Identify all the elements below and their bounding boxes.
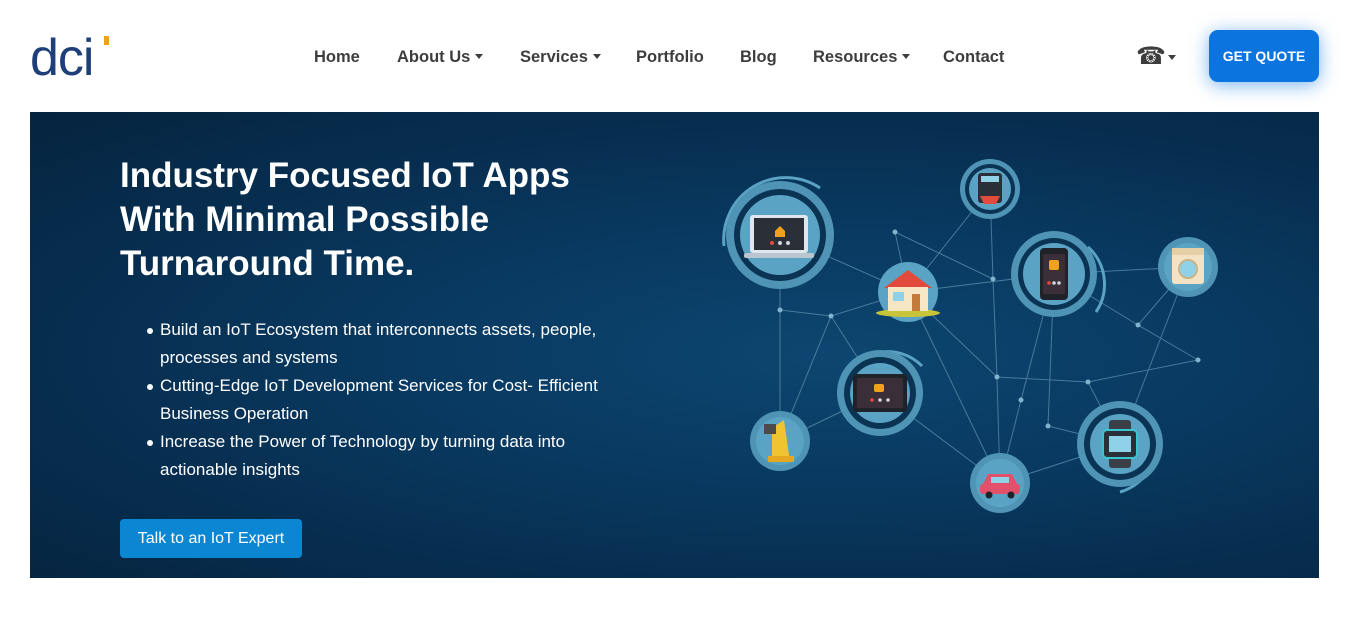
nav-about-us-label: About Us — [397, 48, 471, 66]
phone-menu[interactable]: ☎ — [1136, 44, 1176, 70]
hero-title-line: Turnaround Time. — [120, 244, 415, 283]
hero-bullet: Build an IoT Ecosystem that interconnect… — [120, 316, 640, 372]
nav-home[interactable]: Home — [314, 46, 360, 68]
caret-down-icon — [902, 54, 911, 59]
hero-bullet: Increase the Power of Technology by turn… — [120, 428, 640, 484]
house-icon — [876, 262, 940, 322]
nav-services-label: Services — [520, 48, 588, 66]
nav-contact[interactable]: Contact — [943, 46, 1004, 68]
nav-home-label: Home — [314, 48, 360, 66]
get-quote-button[interactable]: GET QUOTE — [1209, 30, 1319, 82]
nav-portfolio-label: Portfolio — [636, 48, 704, 66]
iot-network-illustration — [722, 159, 1218, 513]
phone-icon: ☎ — [1136, 43, 1166, 70]
nav-blog-label: Blog — [740, 48, 777, 66]
caret-down-icon — [592, 54, 601, 59]
talk-to-expert-button[interactable]: Talk to an IoT Expert — [120, 519, 302, 558]
car-icon — [970, 453, 1030, 513]
coffee-machine-icon — [960, 159, 1020, 219]
lamp-icon — [750, 411, 810, 471]
washing-machine-icon — [1158, 237, 1218, 297]
hero-banner: Industry Focused IoT Apps With Minimal P… — [30, 112, 1319, 578]
logo-accent — [104, 36, 109, 45]
hero-bullet: Cutting-Edge IoT Development Services fo… — [120, 372, 640, 428]
logo-text: dci — [30, 32, 93, 80]
caret-down-icon — [475, 54, 484, 59]
dci-logo[interactable]: dci — [30, 29, 112, 87]
nav-portfolio[interactable]: Portfolio — [636, 46, 704, 68]
smartwatch-icon — [1077, 401, 1163, 494]
hero-title: Industry Focused IoT Apps With Minimal P… — [120, 154, 640, 286]
hero-bullet-list: Build an IoT Ecosystem that interconnect… — [120, 316, 640, 484]
nav-resources-label: Resources — [813, 48, 898, 66]
hero-title-line: Industry Focused IoT Apps — [120, 156, 570, 195]
hero-title-line: With Minimal Possible — [120, 200, 490, 239]
nav-contact-label: Contact — [943, 48, 1005, 66]
nav-blog[interactable]: Blog — [740, 46, 777, 68]
nav-about-us[interactable]: About Us — [397, 46, 484, 68]
laptop-icon — [722, 176, 834, 289]
nav-services[interactable]: Services — [520, 46, 601, 68]
smartphone-icon — [1011, 231, 1106, 317]
caret-down-icon — [1167, 55, 1176, 60]
tablet-icon — [837, 350, 924, 436]
nav-resources[interactable]: Resources — [813, 46, 911, 68]
